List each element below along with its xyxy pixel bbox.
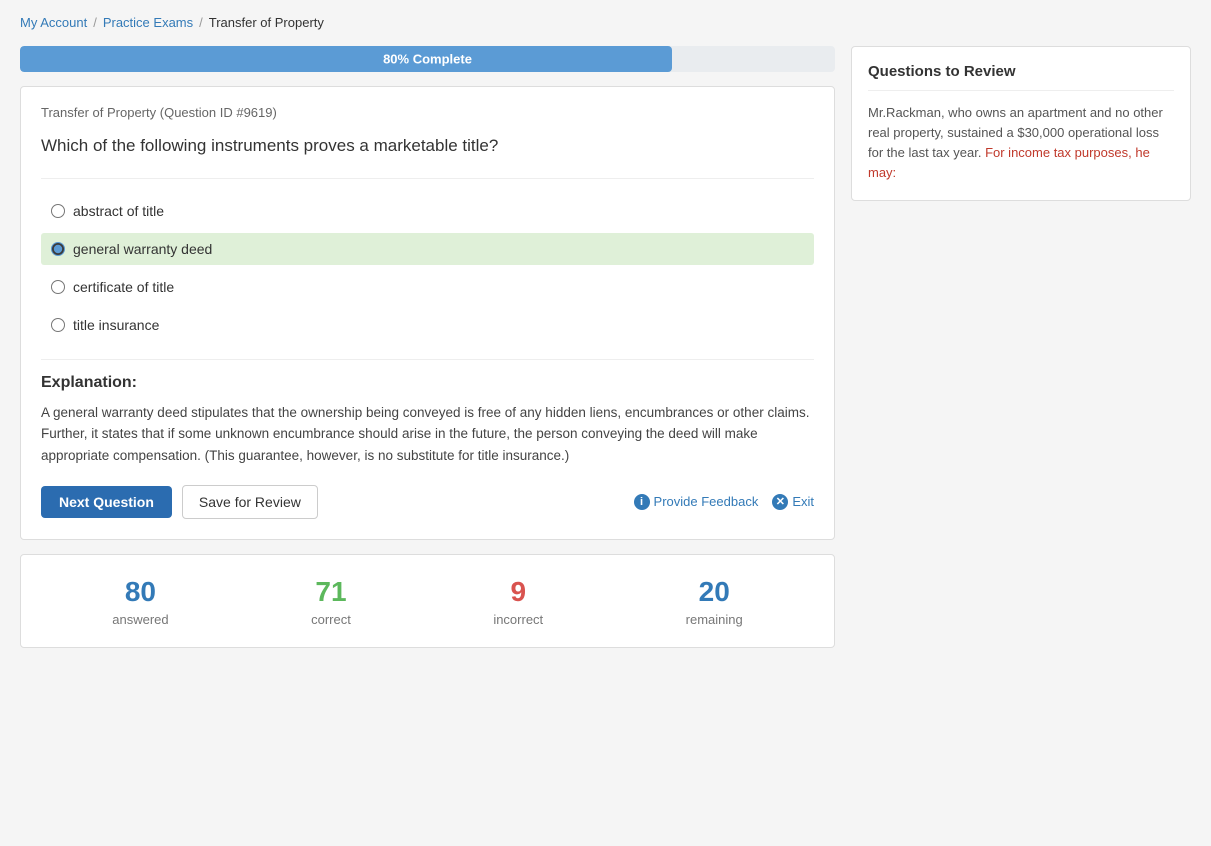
question-id: (Question ID #9619) xyxy=(160,105,277,120)
review-card: Questions to Review Mr.Rackman, who owns… xyxy=(851,46,1191,201)
answer-option-4[interactable]: title insurance xyxy=(41,309,814,341)
main-layout: 80% Complete Transfer of Property (Quest… xyxy=(20,46,1191,648)
question-text: Which of the following instruments prove… xyxy=(41,134,814,158)
stat-incorrect-value: 9 xyxy=(493,575,543,609)
stat-remaining-value: 20 xyxy=(686,575,743,609)
action-row: Next Question Save for Review i Provide … xyxy=(41,485,814,519)
radio-option-2[interactable] xyxy=(51,242,65,256)
stat-answered: 80 answered xyxy=(112,575,168,628)
answer-label-4: title insurance xyxy=(73,317,159,333)
progress-label: 80% Complete xyxy=(20,52,835,67)
progress-container: 80% Complete xyxy=(20,46,835,72)
breadcrumb-practice-exams[interactable]: Practice Exams xyxy=(103,15,193,30)
question-divider xyxy=(41,178,814,179)
stat-incorrect: 9 incorrect xyxy=(493,575,543,628)
left-column: 80% Complete Transfer of Property (Quest… xyxy=(20,46,835,648)
save-for-review-button[interactable]: Save for Review xyxy=(182,485,318,519)
next-question-button[interactable]: Next Question xyxy=(41,486,172,518)
explanation-title: Explanation: xyxy=(41,374,814,392)
right-column: Questions to Review Mr.Rackman, who owns… xyxy=(851,46,1191,201)
breadcrumb-sep2: / xyxy=(199,15,203,30)
info-icon: i xyxy=(634,494,650,510)
stat-correct: 71 correct xyxy=(311,575,351,628)
answer-label-2: general warranty deed xyxy=(73,241,212,257)
exit-icon: ✕ xyxy=(772,494,788,510)
exit-label: Exit xyxy=(792,494,814,509)
action-right: i Provide Feedback ✕ Exit xyxy=(634,494,814,510)
answer-label-1: abstract of title xyxy=(73,203,164,219)
question-subject: Transfer of Property xyxy=(41,105,156,120)
exit-button[interactable]: ✕ Exit xyxy=(772,494,814,510)
breadcrumb-sep1: / xyxy=(93,15,97,30)
stat-correct-value: 71 xyxy=(311,575,351,609)
stat-remaining: 20 remaining xyxy=(686,575,743,628)
stat-answered-value: 80 xyxy=(112,575,168,609)
radio-option-4[interactable] xyxy=(51,318,65,332)
feedback-label: Provide Feedback xyxy=(654,494,759,509)
page-wrapper: My Account / Practice Exams / Transfer o… xyxy=(0,0,1211,663)
stat-answered-label: answered xyxy=(112,612,168,627)
review-card-title: Questions to Review xyxy=(868,63,1174,91)
answer-label-3: certificate of title xyxy=(73,279,174,295)
question-card: Transfer of Property (Question ID #9619)… xyxy=(20,86,835,540)
stat-remaining-label: remaining xyxy=(686,612,743,627)
radio-option-3[interactable] xyxy=(51,280,65,294)
breadcrumb-current: Transfer of Property xyxy=(209,15,324,30)
radio-option-1[interactable] xyxy=(51,204,65,218)
explanation-text: A general warranty deed stipulates that … xyxy=(41,402,814,467)
answer-option-2[interactable]: general warranty deed xyxy=(41,233,814,265)
stat-correct-label: correct xyxy=(311,612,351,627)
stat-incorrect-label: incorrect xyxy=(493,612,543,627)
breadcrumb: My Account / Practice Exams / Transfer o… xyxy=(20,15,1191,30)
answer-option-1[interactable]: abstract of title xyxy=(41,195,814,227)
explanation-section: Explanation: A general warranty deed sti… xyxy=(41,359,814,467)
review-item-text: Mr.Rackman, who owns an apartment and no… xyxy=(868,103,1174,184)
provide-feedback-button[interactable]: i Provide Feedback xyxy=(634,494,759,510)
stats-card: 80 answered 71 correct 9 incorrect 20 re… xyxy=(20,554,835,649)
breadcrumb-my-account[interactable]: My Account xyxy=(20,15,87,30)
question-header: Transfer of Property (Question ID #9619) xyxy=(41,105,814,120)
answer-option-3[interactable]: certificate of title xyxy=(41,271,814,303)
review-item-highlight: For income tax purposes, he may: xyxy=(868,145,1150,180)
